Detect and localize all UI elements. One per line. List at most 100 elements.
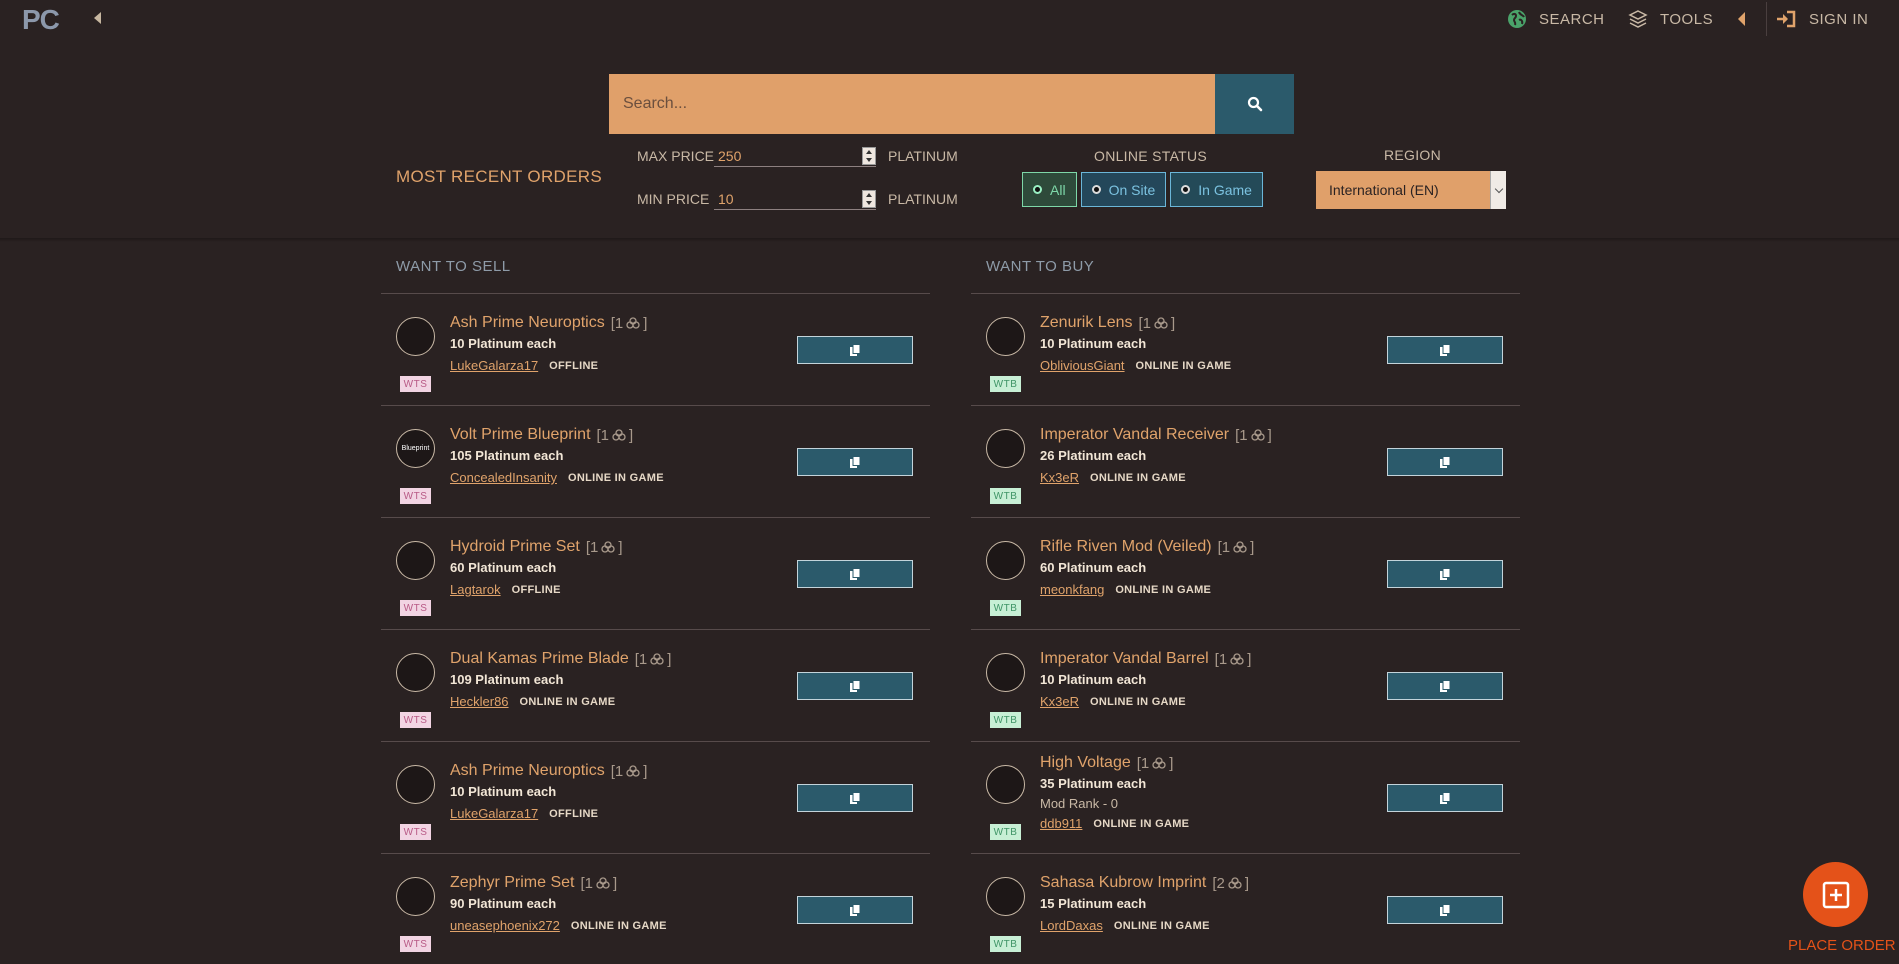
item-name[interactable]: Ash Prime Neuroptics (450, 314, 605, 332)
copy-message-button[interactable] (797, 560, 913, 588)
item-name[interactable]: Sahasa Kubrow Imprint (1040, 874, 1206, 892)
item-name[interactable]: Rifle Riven Mod (Veiled) (1040, 538, 1212, 556)
status-option-in-game[interactable]: In Game (1170, 172, 1263, 207)
copy-icon (1440, 455, 1451, 468)
order-info: Zephyr Prime Set [1 ] 90 Platinum each u… (450, 874, 667, 933)
item-thumbnail[interactable] (396, 877, 435, 916)
item-line: Rifle Riven Mod (Veiled) [1 ] (1040, 538, 1254, 556)
username-link[interactable]: LordDaxas (1040, 918, 1103, 933)
max-price-field[interactable]: 250 (714, 145, 876, 167)
username-link[interactable]: LukeGalarza17 (450, 358, 538, 373)
order-info: Hydroid Prime Set [1 ] 60 Platinum each … (450, 538, 623, 597)
item-thumbnail[interactable] (396, 653, 435, 692)
collapse-sidebar-icon[interactable] (94, 12, 101, 24)
platform-logo[interactable]: PC (22, 4, 60, 36)
item-thumbnail[interactable]: Blueprint (396, 429, 435, 468)
user-line: ddb911 ONLINE IN GAME (1040, 816, 1189, 831)
price-each: 35 Platinum each (1040, 776, 1147, 791)
quantity-value: [1 (610, 762, 624, 780)
copy-message-button[interactable] (1387, 672, 1503, 700)
stack-icon (650, 653, 664, 665)
search-input[interactable] (609, 74, 1215, 134)
min-price-field[interactable]: 10 (714, 188, 876, 210)
max-price-stepper[interactable] (862, 147, 876, 165)
buy-order-row: WTB Imperator Vandal Barrel [1 ] 10 Plat… (971, 630, 1520, 742)
item-name[interactable]: Hydroid Prime Set (450, 538, 580, 556)
quantity-close: ] (618, 538, 623, 556)
item-name[interactable]: High Voltage (1040, 754, 1131, 772)
item-thumbnail[interactable] (986, 653, 1025, 692)
price-each: 60 Platinum each (450, 560, 557, 575)
place-order-button[interactable] (1803, 862, 1868, 927)
item-thumbnail[interactable] (396, 541, 435, 580)
username-link[interactable]: ddb911 (1040, 816, 1082, 831)
username-link[interactable]: ObliviousGiant (1040, 358, 1125, 373)
copy-message-button[interactable] (1387, 448, 1503, 476)
copy-message-button[interactable] (1387, 336, 1503, 364)
nav-sign-in[interactable]: SIGN IN (1775, 9, 1868, 29)
item-thumbnail[interactable] (396, 765, 435, 804)
order-type-badge: WTB (990, 488, 1021, 504)
copy-message-button[interactable] (797, 672, 913, 700)
item-thumbnail[interactable] (986, 317, 1025, 356)
item-name[interactable]: Zephyr Prime Set (450, 874, 574, 892)
item-thumbnail[interactable] (986, 765, 1025, 804)
price-each: 10 Platinum each (1040, 336, 1147, 351)
search-button[interactable] (1215, 74, 1294, 134)
tools-caret-icon[interactable] (1738, 12, 1745, 26)
user-line: LukeGalarza17 OFFLINE (450, 806, 647, 821)
status-option-all[interactable]: All (1022, 172, 1077, 207)
copy-icon (1440, 343, 1451, 356)
copy-message-button[interactable] (1387, 784, 1503, 812)
region-value: International (EN) (1329, 182, 1439, 198)
item-name[interactable]: Volt Prime Blueprint (450, 426, 591, 444)
username-link[interactable]: meonkfang (1040, 582, 1104, 597)
layers-icon (1628, 10, 1648, 28)
copy-message-button[interactable] (1387, 896, 1503, 924)
username-link[interactable]: ConcealedInsanity (450, 470, 557, 485)
item-name[interactable]: Ash Prime Neuroptics (450, 762, 605, 780)
item-line: Imperator Vandal Receiver [1 ] (1040, 426, 1272, 444)
username-link[interactable]: Kx3eR (1040, 694, 1079, 709)
item-name[interactable]: Imperator Vandal Barrel (1040, 650, 1209, 668)
item-thumbnail[interactable] (396, 317, 435, 356)
item-line: Sahasa Kubrow Imprint [2 ] (1040, 874, 1249, 892)
buy-order-row: WTB Sahasa Kubrow Imprint [2 ] 15 Platin… (971, 854, 1520, 964)
nav-search[interactable]: SEARCH (1507, 9, 1605, 29)
stack-icon (601, 541, 615, 553)
username-link[interactable]: Heckler86 (450, 694, 509, 709)
copy-message-button[interactable] (797, 784, 913, 812)
copy-message-button[interactable] (797, 896, 913, 924)
region-select[interactable]: International (EN) (1316, 171, 1506, 209)
username-link[interactable]: LukeGalarza17 (450, 806, 538, 821)
copy-message-button[interactable] (797, 336, 913, 364)
item-thumbnail[interactable] (986, 877, 1025, 916)
status-option-on-site[interactable]: On Site (1080, 172, 1167, 207)
stack-icon (626, 765, 640, 777)
quantity-close: ] (629, 426, 634, 444)
order-info: Sahasa Kubrow Imprint [2 ] 15 Platinum e… (1040, 874, 1249, 933)
username-link[interactable]: uneasephoenix272 (450, 918, 560, 933)
item-name[interactable]: Zenurik Lens (1040, 314, 1133, 332)
item-name[interactable]: Imperator Vandal Receiver (1040, 426, 1229, 444)
username-link[interactable]: Lagtarok (450, 582, 501, 597)
nav-sign-in-label: SIGN IN (1809, 10, 1869, 28)
copy-message-button[interactable] (1387, 560, 1503, 588)
globe-icon (1508, 10, 1526, 28)
username-link[interactable]: Kx3eR (1040, 470, 1079, 485)
user-status: OFFLINE (549, 807, 599, 820)
item-name[interactable]: Dual Kamas Prime Blade (450, 650, 629, 668)
order-info: High Voltage [1 ] 35 Platinum each Mod Ra… (1040, 754, 1189, 831)
order-info: Imperator Vandal Receiver [1 ] 26 Platin… (1040, 426, 1272, 485)
quantity: [1 ] (1218, 539, 1255, 556)
user-status: ONLINE IN GAME (1090, 471, 1186, 484)
stack-icon (1250, 429, 1265, 441)
item-thumbnail[interactable] (986, 541, 1025, 580)
copy-message-button[interactable] (797, 448, 913, 476)
min-price-stepper[interactable] (862, 190, 876, 208)
item-thumbnail[interactable] (986, 429, 1025, 468)
nav-tools[interactable]: TOOLS (1628, 9, 1713, 29)
quantity: [1 ] (580, 875, 617, 892)
quantity-value: [1 (585, 538, 599, 556)
stack-icon (626, 317, 640, 329)
